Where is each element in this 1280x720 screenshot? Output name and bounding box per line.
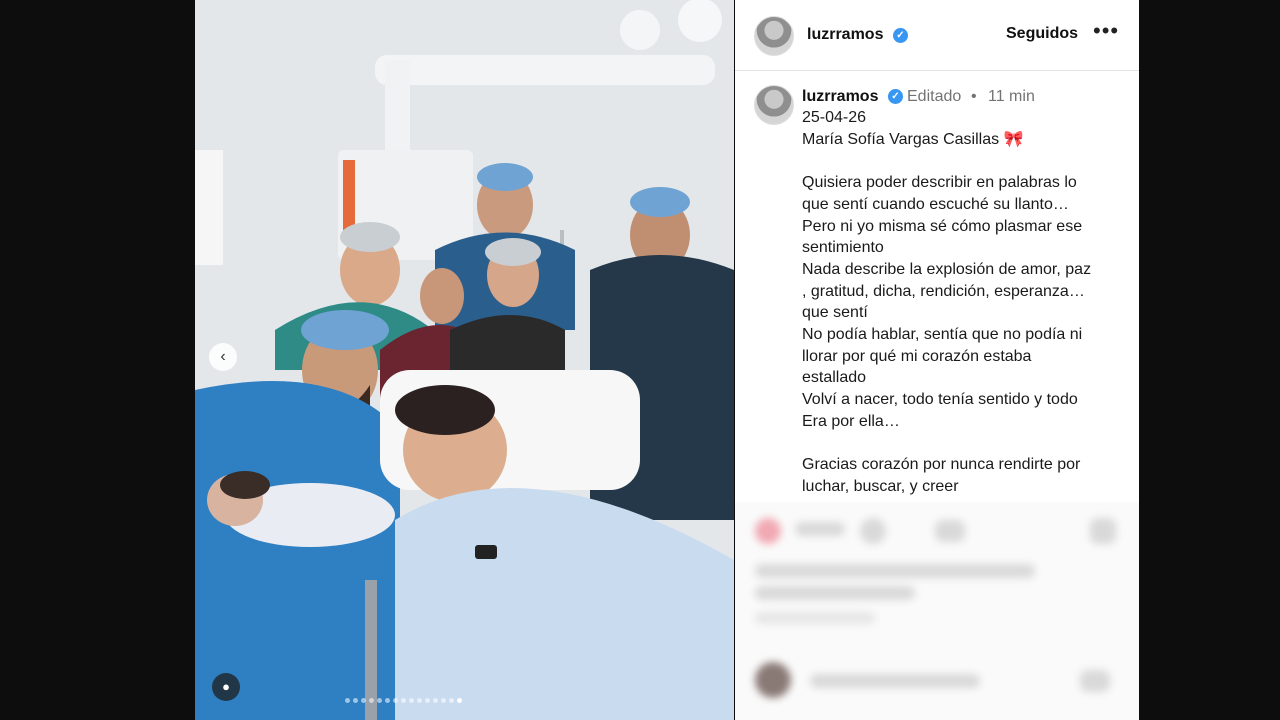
post-caption: 25-04-26 María Sofía Vargas Casillas 🎀 Qui… <box>802 107 1132 498</box>
caption-line <box>802 150 1132 172</box>
carousel-dot <box>393 698 398 703</box>
blurred-text <box>755 612 875 624</box>
caption-line: Nada describe la explosión de amor, paz <box>802 260 1092 278</box>
caption-line: Pero ni yo misma sé cómo plasmar ese <box>802 217 1083 235</box>
user-tag-icon[interactable]: ● <box>212 673 240 701</box>
caption-line <box>802 433 1132 455</box>
carousel-dot <box>369 698 374 703</box>
carousel-dot <box>353 698 358 703</box>
blurred-button <box>1080 670 1110 692</box>
caption-line: 25-04-26 <box>802 109 867 126</box>
blurred-text <box>810 674 980 688</box>
carousel-indicator <box>345 690 465 708</box>
carousel-dot <box>425 698 430 703</box>
blurred-avatar <box>755 662 791 698</box>
carousel-dot <box>409 698 414 703</box>
avatar[interactable] <box>754 16 794 56</box>
post-side-panel: luzrramos ✓ Seguidos ••• luzrramos ✓ Edi… <box>735 0 1139 720</box>
carousel-dot <box>401 698 406 703</box>
carousel-dot <box>417 698 422 703</box>
post-header: luzrramos ✓ Seguidos ••• <box>735 0 1139 71</box>
bookmark-icon <box>1090 518 1116 544</box>
header-username[interactable]: luzrramos <box>807 26 883 44</box>
carousel-dot <box>449 698 454 703</box>
caption-avatar[interactable] <box>754 85 794 125</box>
carousel-dot <box>377 698 382 703</box>
caption-line: llorar por qué mi corazón estaba <box>802 347 1032 365</box>
post-time[interactable]: 11 min <box>988 88 1035 106</box>
caption-line: que sentí <box>802 304 868 322</box>
caption-line: estallado <box>802 369 867 387</box>
caption-line: luchar, buscar, y creer <box>802 477 959 495</box>
caption-username[interactable]: luzrramos <box>802 88 878 106</box>
caption-line: , gratitud, dicha, rendición, esperanza… <box>802 282 1085 300</box>
share-icon <box>935 520 965 542</box>
caption-line: que sentí cuando escuché su llanto… <box>802 195 1069 213</box>
chevron-left-icon[interactable]: ‹ <box>209 343 237 371</box>
caption-line: María Sofía Vargas Casillas 🎀 <box>802 130 1024 148</box>
post-photo[interactable]: ‹ ● <box>195 0 734 720</box>
caption-line: No podía hablar, sentía que no podía ni <box>802 326 1083 344</box>
blurred-text <box>755 586 915 600</box>
edited-label: Editado <box>907 88 962 105</box>
caption-line: Quisiera poder describir en palabras lo <box>802 174 1077 192</box>
verified-badge-icon: ✓ <box>893 28 908 43</box>
caption-line: Era por ella… <box>802 412 900 430</box>
more-icon[interactable]: ••• <box>1093 18 1119 44</box>
like-icon <box>755 518 781 544</box>
carousel-dot <box>361 698 366 703</box>
carousel-dot <box>433 698 438 703</box>
meta-separator: • <box>971 88 977 105</box>
caption-line: Gracias corazón por nunca rendirte por <box>802 456 1081 474</box>
verified-badge-icon: ✓ <box>888 89 903 104</box>
blurred-text <box>795 522 845 536</box>
carousel-dot <box>385 698 390 703</box>
blurred-text <box>755 564 1035 578</box>
comments-area-blurred <box>735 502 1139 720</box>
hospital-photo-illustration <box>195 0 734 720</box>
carousel-dot <box>457 698 462 703</box>
carousel-dot <box>441 698 446 703</box>
carousel-dot <box>345 698 350 703</box>
following-button[interactable]: Seguidos <box>1006 25 1078 43</box>
caption-line: Volví a nacer, todo tenía sentido y todo <box>802 391 1078 409</box>
caption-line: sentimiento <box>802 239 884 257</box>
comment-icon <box>860 518 886 544</box>
